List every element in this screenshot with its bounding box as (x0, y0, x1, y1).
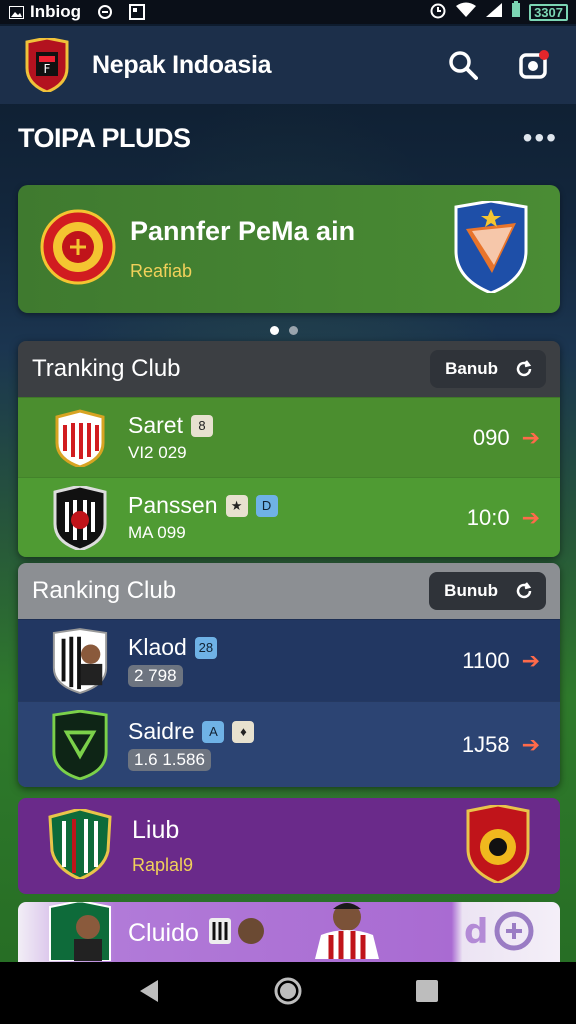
club-crest-icon (50, 406, 110, 470)
pager-dot-active[interactable] (270, 326, 279, 335)
club-subtitle: MA 099 (128, 523, 186, 542)
back-icon[interactable] (136, 978, 162, 1009)
club-subtitle: VI2 029 (128, 443, 187, 462)
home-icon[interactable] (273, 976, 303, 1011)
refresh-icon (516, 582, 532, 599)
flag-icon: D (255, 494, 278, 517)
featured-player-name: Pannfer PeMa ain (130, 216, 356, 246)
recents-icon[interactable] (414, 978, 440, 1009)
battery-level: 3307 (529, 3, 568, 21)
carousel-pager[interactable] (270, 326, 298, 335)
club-name: Cluido (128, 918, 199, 947)
player-figure-icon (307, 902, 387, 964)
featured-player-card[interactable]: Pannfer PeMa ain Reafiab (18, 185, 560, 313)
flag-icon: 8 (190, 414, 213, 437)
club-name: Saret (128, 412, 183, 438)
club-name: Saidre (128, 718, 195, 744)
tranking-title: Tranking Club (32, 355, 181, 382)
app-title: Nepak Indoasia (92, 50, 272, 79)
ranking-button-label: Bunub (444, 581, 498, 600)
club-value: 1J58 (461, 731, 510, 757)
club-value: 090 (472, 424, 510, 450)
flag-icon: 28 (194, 636, 217, 659)
table-row[interactable]: Saidre A ♦ 1.6 1.586 1J58 ➔ (18, 701, 560, 787)
sync-icon (97, 4, 113, 20)
pager-dot[interactable] (289, 326, 298, 335)
club-crest-icon (48, 902, 112, 964)
club-name: Liub (132, 816, 180, 844)
alarm-icon (429, 1, 447, 24)
wifi-icon (455, 2, 477, 23)
ranking-club-panel: Ranking Club Bunub Klaod 28 2 798 1100 ➔ S… (18, 563, 560, 787)
table-row[interactable]: Panssen ★ D MA 099 10:0 ➔ (18, 477, 560, 557)
flag-icon: ★ (225, 494, 248, 517)
image-notification-icon (8, 4, 24, 20)
gallery-icon (128, 4, 145, 20)
more-options-icon[interactable]: ••• (523, 122, 558, 154)
chevron-right-icon[interactable]: ➔ (522, 648, 540, 674)
featured-player-subtitle: Reafiab (130, 261, 193, 281)
club-subtitle: 2 798 (128, 665, 183, 687)
club-crest-icon (40, 209, 116, 290)
chevron-right-icon[interactable]: ➔ (522, 425, 540, 451)
club-name: Klaod (128, 634, 187, 660)
svg-text:F: F (44, 62, 51, 76)
chevron-right-icon[interactable]: ➔ (522, 505, 540, 531)
tranking-button-label: Banub (445, 359, 498, 378)
discord-logo-icon: d (464, 909, 536, 958)
club-value: 10:0 (466, 504, 510, 530)
club-value: 1100 (462, 647, 510, 673)
chevron-right-icon[interactable]: ➔ (522, 732, 540, 758)
club-crest-icon (50, 627, 110, 694)
liub-club-card[interactable]: Liub Raplal9 (18, 798, 560, 894)
opponent-crest-icon (466, 802, 530, 888)
app-logo-crest-icon[interactable]: F (24, 38, 70, 92)
club-crest-icon (50, 485, 110, 550)
tranking-refresh-button[interactable]: Banub (430, 350, 546, 388)
club-name: Panssen (128, 492, 218, 518)
section-header: TOIPA PLUDS ••• (18, 118, 558, 158)
tranking-header: Tranking Club Banub (18, 341, 560, 397)
cluido-club-card[interactable]: Cluido d (18, 902, 560, 964)
ranking-refresh-button[interactable]: Bunub (429, 572, 546, 610)
flag-icon: ♦ (232, 720, 255, 743)
notifications-icon[interactable] (518, 48, 552, 82)
search-icon[interactable] (446, 48, 480, 82)
club-subtitle: 1.6 1.586 (128, 749, 211, 771)
table-row[interactable]: Klaod 28 2 798 1100 ➔ (18, 619, 560, 701)
ranking-title: Ranking Club (32, 577, 177, 604)
battery-icon (511, 1, 521, 23)
status-app-name: Inbiog (30, 2, 81, 21)
signal-icon (485, 2, 503, 23)
ranking-header: Ranking Club Bunub (18, 563, 560, 619)
club-crest-icon (48, 806, 112, 884)
section-title: TOIPA PLUDS (18, 122, 191, 153)
status-bar: Inbiog 3307 (0, 0, 576, 24)
table-row[interactable]: Saret 8 VI2 029 090 ➔ (18, 397, 560, 477)
player-avatar-icon (208, 916, 267, 951)
opponent-crest-icon (452, 198, 530, 298)
tranking-club-panel: Tranking Club Banub Saret 8 VI2 029 090 ➔ … (18, 341, 560, 557)
svg-text:d: d (464, 912, 488, 952)
refresh-icon (516, 360, 532, 377)
club-crest-icon (50, 709, 110, 780)
system-nav-bar (0, 962, 576, 1024)
flag-icon: A (202, 720, 225, 743)
club-subtitle: Raplal9 (132, 855, 194, 875)
app-bar: F Nepak Indoasia (0, 26, 576, 104)
